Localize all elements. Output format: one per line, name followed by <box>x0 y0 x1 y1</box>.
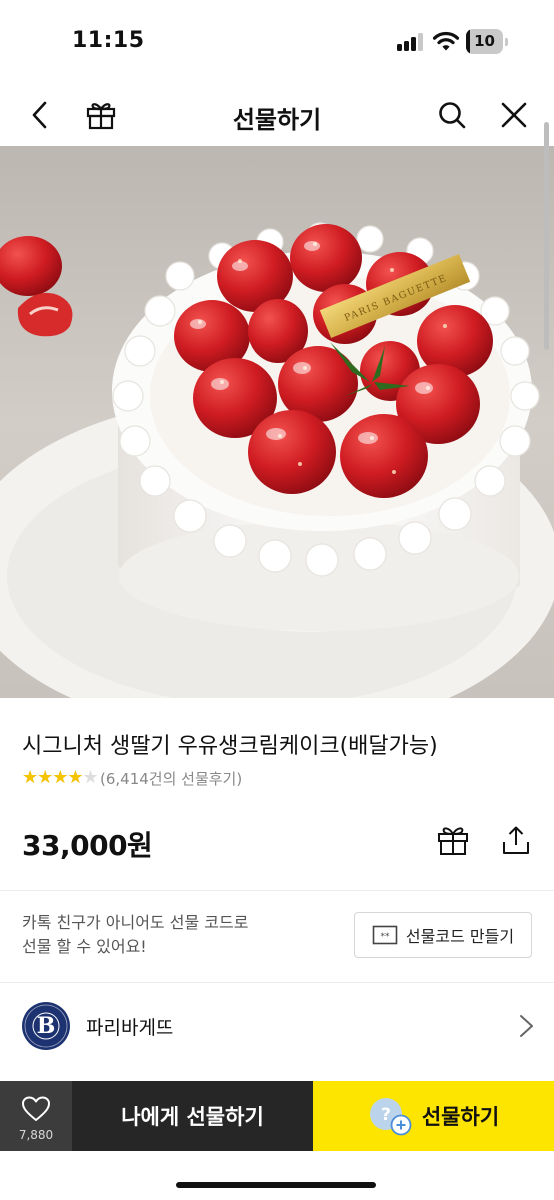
heart-icon <box>22 1096 50 1121</box>
rating-summary[interactable]: ★★★★★ ★★★★★ (6,414건의 선물후기) <box>22 766 242 790</box>
gift-code-note-line2: 선물 할 수 있어요! <box>22 937 147 956</box>
gift-code-ticket-icon: ** <box>372 925 398 945</box>
product-image: PARIS BAGUETTE <box>0 146 554 698</box>
svg-text:**: ** <box>380 932 390 942</box>
status-bar: 11:15 10 <box>0 0 554 84</box>
brand-name: 파리바게뜨 <box>86 1017 174 1039</box>
product-price: 33,000원 <box>22 829 153 862</box>
svg-text:?: ? <box>381 1105 391 1125</box>
gift-to-self-label: 나에게 선물하기 <box>121 1105 264 1129</box>
create-gift-code-button[interactable]: ** 선물코드 만들기 <box>354 912 532 958</box>
close-button[interactable] <box>494 95 534 135</box>
home-indicator[interactable] <box>176 1182 376 1188</box>
wish-count: 7,880 <box>18 1128 54 1142</box>
send-gift-button[interactable]: ? 선물하기 <box>313 1081 554 1151</box>
add-friend-gift-icon: ? <box>369 1098 412 1136</box>
home-indicator-area <box>0 1151 554 1200</box>
search-button[interactable] <box>432 95 472 135</box>
divider <box>0 890 554 891</box>
star-rating: ★★★★★ ★★★★★ <box>22 769 98 787</box>
battery-level: 10 <box>474 32 495 50</box>
create-gift-code-label: 선물코드 만들기 <box>405 927 515 946</box>
chevron-right-icon <box>520 1015 533 1037</box>
status-time: 11:15 <box>72 28 145 53</box>
brand-logo-letter: B <box>36 1013 56 1039</box>
gift-icon <box>438 827 468 855</box>
cellular-signal-icon <box>397 33 425 51</box>
gift-code-note: 카톡 친구가 아니어도 선물 코드로 선물 할 수 있어요! <box>22 911 322 959</box>
bottom-action-bar: 7,880 나에게 선물하기 ? 선물하기 <box>0 1081 554 1151</box>
search-icon <box>439 102 466 129</box>
brand-logo: B <box>22 1002 70 1050</box>
share-button[interactable] <box>496 820 536 860</box>
gift-wrap-button[interactable] <box>433 820 473 860</box>
divider <box>0 982 554 983</box>
brand-row[interactable]: B 파리바게뜨 <box>0 984 554 1068</box>
review-count: (6,414건의 선물후기) <box>100 769 243 788</box>
close-icon <box>501 102 527 128</box>
product-title: 시그니처 생딸기 우유생크림케이크(배달가능) <box>22 734 438 759</box>
wish-button[interactable]: 7,880 <box>0 1081 72 1151</box>
gift-code-note-line1: 카톡 친구가 아니어도 선물 코드로 <box>22 913 249 932</box>
scrollbar[interactable] <box>544 122 549 350</box>
share-icon <box>503 826 529 854</box>
top-nav-bar: 선물하기 <box>0 84 554 146</box>
wifi-icon <box>432 30 460 52</box>
send-gift-label: 선물하기 <box>421 1105 500 1129</box>
battery-icon: 10 <box>466 29 508 54</box>
gift-to-self-button[interactable]: 나에게 선물하기 <box>72 1081 313 1151</box>
